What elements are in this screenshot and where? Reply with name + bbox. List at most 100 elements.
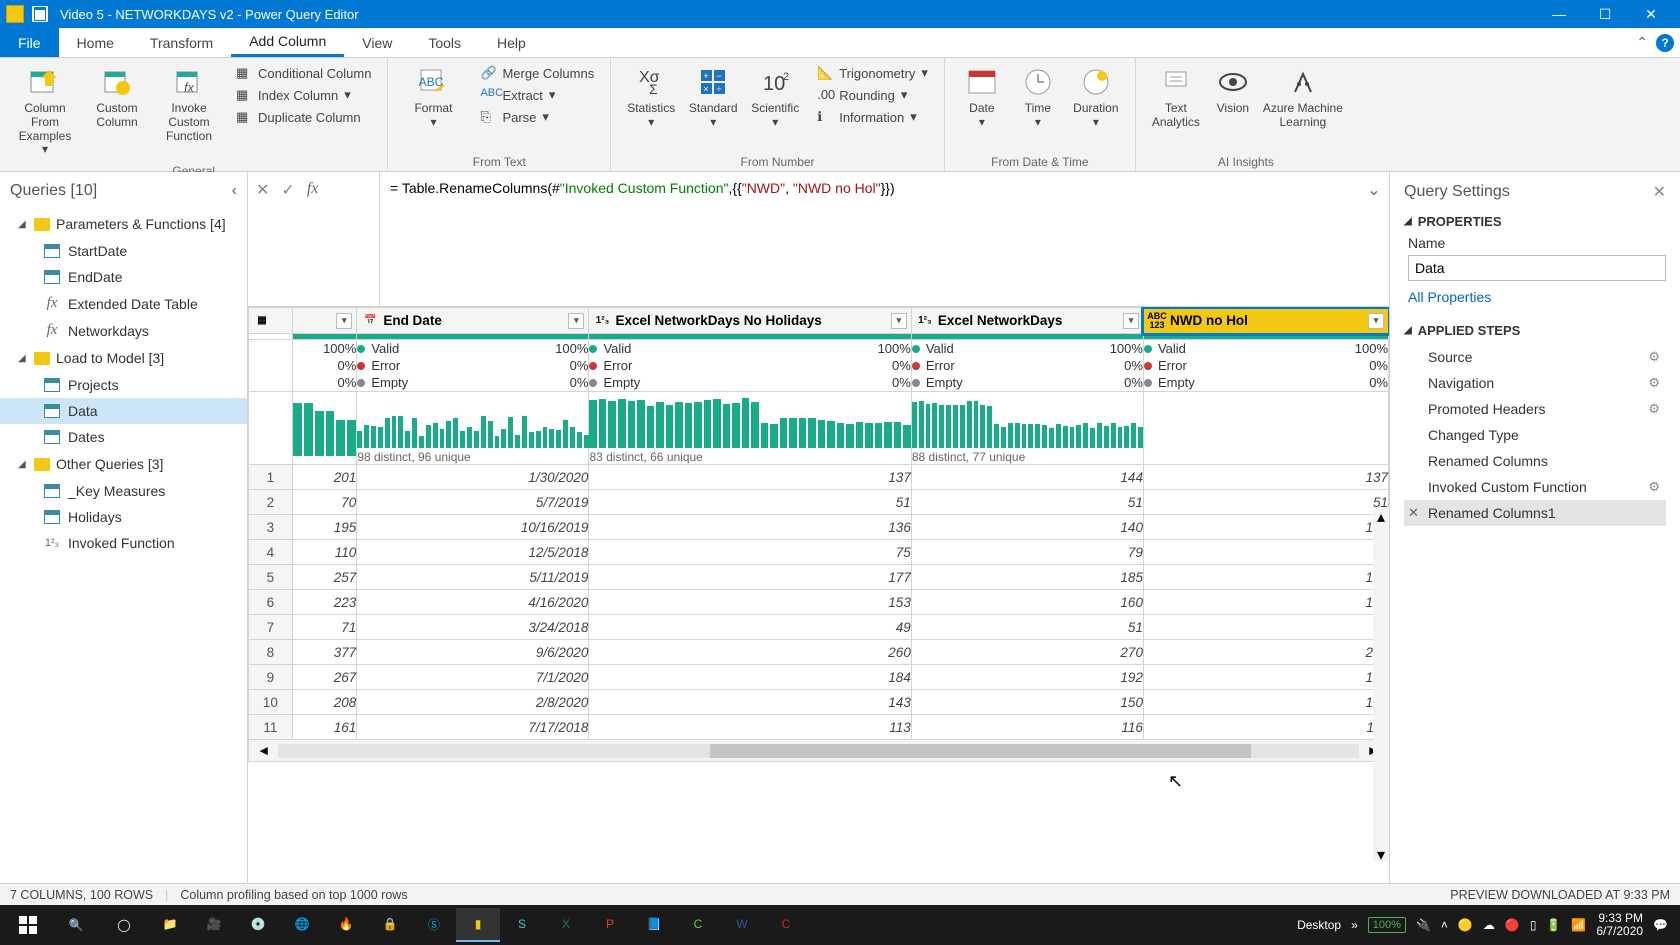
maximize-button[interactable]: ☐ [1582, 0, 1628, 28]
table-row[interactable]: 10 208 2/8/2020 143 150 143 [249, 690, 1389, 715]
tray-app-icon[interactable]: ▯ [1530, 918, 1537, 932]
time-button[interactable]: Time ▾ [1011, 62, 1065, 134]
column-header-excel-networkdays[interactable]: 1²₃Excel NetworkDays▾ [911, 308, 1143, 334]
tab-home[interactable]: Home [59, 28, 132, 57]
queries-group-load-to-model[interactable]: ◢Load to Model [3] [0, 344, 247, 372]
parse-button[interactable]: ⎘Parse ▾ [474, 106, 600, 128]
formula-expand-icon[interactable]: ⌄ [1359, 172, 1389, 306]
tray-app-icon[interactable]: 🔋 [1546, 918, 1561, 932]
all-properties-link[interactable]: All Properties [1408, 289, 1491, 305]
column-dropdown-icon[interactable]: ▾ [1123, 313, 1139, 329]
taskbar-app-excel[interactable]: X [544, 908, 588, 942]
tray-chevron-icon[interactable]: ˄ [1441, 918, 1448, 932]
gear-icon[interactable]: ⚙ [1648, 401, 1660, 417]
taskbar-app-zoom[interactable]: 🎥 [192, 908, 236, 942]
notifications-icon[interactable]: 💬 [1653, 918, 1668, 932]
applied-step[interactable]: ✕Renamed Columns1 [1404, 500, 1666, 526]
tray-app-icon[interactable]: 🟡 [1458, 918, 1473, 932]
formula-input[interactable]: = Table.RenameColumns(#"Invoked Custom F… [380, 172, 1359, 306]
column-dropdown-icon[interactable]: ▾ [568, 313, 584, 329]
table-row[interactable]: 9 267 7/1/2020 184 192 184 [249, 665, 1389, 690]
onedrive-icon[interactable]: ☁ [1483, 918, 1495, 932]
column-header-nwd-no-hol[interactable]: ABC123NWD no Hol▾ [1143, 308, 1388, 334]
applied-step[interactable]: Invoked Custom Function⚙ [1404, 474, 1666, 500]
query-dates[interactable]: Dates [0, 424, 247, 450]
scroll-down-icon[interactable]: ▾ [1377, 845, 1385, 861]
wifi-icon[interactable]: 📶 [1571, 918, 1586, 932]
query-projects[interactable]: Projects [0, 372, 247, 398]
scientific-button[interactable]: 102 Scientific ▾ [745, 62, 805, 134]
column-header-unnamed[interactable]: ▾ [292, 308, 356, 334]
close-button[interactable]: ✕ [1628, 0, 1674, 28]
query-enddate[interactable]: EndDate [0, 264, 247, 290]
search-icon[interactable]: 🔍 [52, 905, 100, 945]
gear-icon[interactable]: ⚙ [1648, 375, 1660, 391]
file-menu[interactable]: File [0, 28, 59, 57]
formula-cancel-icon[interactable]: ✕ [256, 180, 269, 200]
taskbar-app-skype[interactable]: Ⓢ [412, 908, 456, 942]
help-icon[interactable]: ? [1656, 34, 1674, 52]
delete-step-icon[interactable]: ✕ [1408, 505, 1419, 521]
table-row[interactable]: 5 257 5/11/2019 177 185 177 [249, 565, 1389, 590]
v-scrollbar[interactable]: ▴ ▾ [1373, 507, 1389, 861]
taskbar-app-explorer[interactable]: 📁 [148, 908, 192, 942]
tray-overflow-icon[interactable]: » [1351, 918, 1358, 932]
table-row[interactable]: 8 377 9/6/2020 260 270 260 [249, 640, 1389, 665]
extract-button[interactable]: ABCExtract ▾ [474, 84, 600, 106]
fx-icon[interactable]: fx [307, 180, 319, 198]
text-analytics-button[interactable]: Text Analytics [1146, 62, 1206, 134]
table-row[interactable]: 2 70 5/7/2019 51 51 51 [249, 490, 1389, 515]
applied-step[interactable]: Promoted Headers⚙ [1404, 396, 1666, 422]
invoke-custom-function-button[interactable]: fx Invoke Custom Function [154, 62, 224, 161]
ribbon-collapse-icon[interactable]: ⌃ [1636, 34, 1648, 51]
merge-columns-button[interactable]: 🔗Merge Columns [474, 62, 600, 84]
taskbar-app-camtasia2[interactable]: C [764, 908, 808, 942]
table-row[interactable]: 1 201 1/30/2020 137 144 137 [249, 465, 1389, 490]
table-row[interactable]: 7 71 3/24/2018 49 51 49 [249, 615, 1389, 640]
scroll-up-icon[interactable]: ▴ [1377, 507, 1385, 523]
tab-help[interactable]: Help [479, 28, 544, 57]
taskbar-app-lock[interactable]: 🔒 [368, 908, 412, 942]
formula-commit-icon[interactable]: ✓ [281, 180, 294, 200]
azure-ml-button[interactable]: Azure Machine Learning [1260, 62, 1346, 134]
table-row[interactable]: 11 161 7/17/2018 113 116 113 [249, 715, 1389, 740]
power-icon[interactable]: 🔌 [1416, 918, 1431, 932]
queries-group-other[interactable]: ◢Other Queries [3] [0, 450, 247, 478]
duplicate-column-button[interactable]: ▦Duplicate Column [230, 106, 377, 128]
query-networkdays[interactable]: fxNetworkdays [0, 317, 247, 344]
query-data[interactable]: Data [0, 398, 247, 424]
duration-button[interactable]: Duration ▾ [1067, 62, 1125, 134]
taskbar-app-camtasia[interactable]: C [676, 908, 720, 942]
information-button[interactable]: ℹInformation ▾ [811, 106, 934, 128]
taskbar-clock[interactable]: 9:33 PM 6/7/2020 [1596, 912, 1643, 938]
query-invoked-function[interactable]: 1²₃Invoked Function [0, 530, 247, 556]
table-row[interactable]: 3 195 10/16/2019 136 140 136 [249, 515, 1389, 540]
taskbar-app-word[interactable]: W [720, 908, 764, 942]
scroll-left-icon[interactable]: ◄ [257, 743, 270, 758]
tab-tools[interactable]: Tools [410, 28, 479, 57]
taskbar-app-notepad[interactable]: 📘 [632, 908, 676, 942]
table-row[interactable]: 6 223 4/16/2020 153 160 153 [249, 590, 1389, 615]
save-icon[interactable] [32, 6, 48, 22]
query-startdate[interactable]: StartDate [0, 238, 247, 264]
query-name-input[interactable] [1408, 255, 1666, 281]
applied-step[interactable]: Navigation⚙ [1404, 370, 1666, 396]
queries-collapse-icon[interactable]: ‹ [232, 182, 237, 200]
battery-indicator[interactable]: 100% [1368, 917, 1406, 933]
taskbar-app-powerbi[interactable]: ▮ [456, 908, 500, 942]
query-extended-date-table[interactable]: fxExtended Date Table [0, 290, 247, 317]
conditional-column-button[interactable]: ▦Conditional Column [230, 62, 377, 84]
column-dropdown-icon[interactable]: ▾ [891, 313, 907, 329]
applied-step[interactable]: Renamed Columns [1404, 448, 1666, 474]
taskbar-app-chrome[interactable]: 🌐 [280, 908, 324, 942]
standard-button[interactable]: +−×÷ Standard ▾ [683, 62, 743, 134]
row-index-header[interactable]: ▦ [249, 308, 293, 334]
column-dropdown-icon[interactable]: ▾ [1368, 313, 1384, 329]
column-from-examples-button[interactable]: Column From Examples ▾ [10, 62, 80, 161]
queries-group-parameters[interactable]: ◢Parameters & Functions [4] [0, 210, 247, 238]
start-button[interactable] [4, 905, 52, 945]
close-settings-icon[interactable]: ✕ [1653, 182, 1666, 202]
query-key-measures[interactable]: _Key Measures [0, 478, 247, 504]
index-column-button[interactable]: ▦Index Column ▾ [230, 84, 377, 106]
applied-step[interactable]: Changed Type [1404, 422, 1666, 448]
